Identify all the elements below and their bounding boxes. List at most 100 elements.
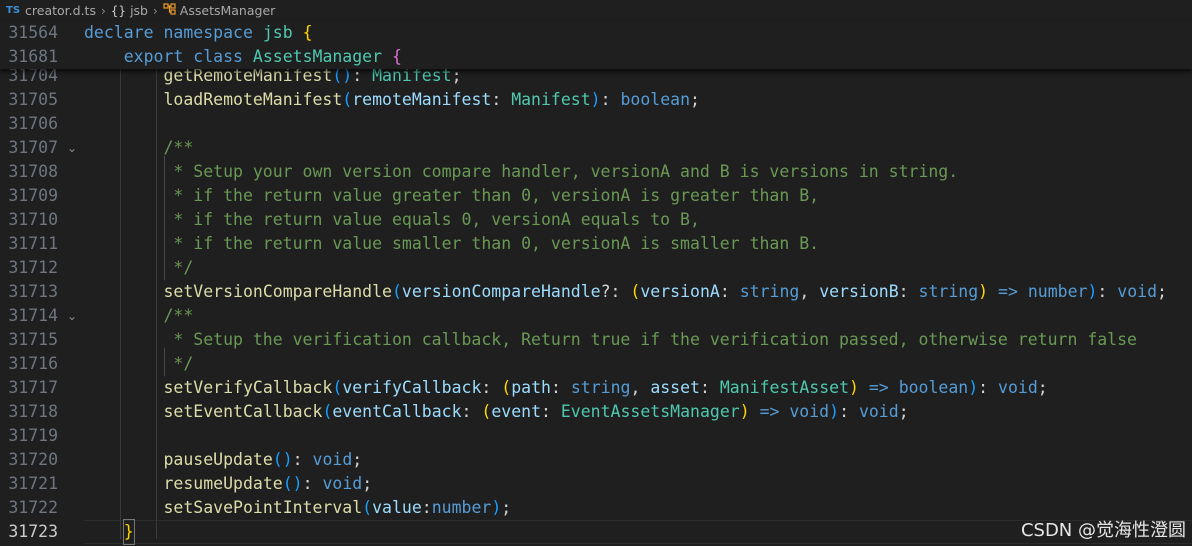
code-line[interactable]: 31717 setVerifyCallback(verifyCallback: …: [0, 376, 1192, 400]
code-line[interactable]: 31706: [0, 112, 1192, 136]
code-line[interactable]: 31715 * Setup the verification callback,…: [0, 328, 1192, 352]
code-text[interactable]: loadRemoteManifest(remoteManifest: Manif…: [84, 88, 699, 112]
code-token: setEventCallback: [163, 402, 323, 421]
code-token: */: [173, 258, 194, 277]
code-token: (): [282, 474, 303, 493]
code-text[interactable]: setVersionCompareHandle(versionCompareHa…: [84, 280, 1166, 304]
code-token: =>: [998, 282, 1018, 301]
code-token: ;: [352, 450, 363, 469]
code-token: ;: [898, 402, 909, 421]
breadcrumb-file[interactable]: creator.d.ts: [25, 3, 96, 18]
breadcrumb-class[interactable]: AssetsManager: [180, 3, 275, 18]
code-token: ManifestAsset: [719, 378, 849, 397]
code-token: (: [362, 498, 373, 517]
code-text[interactable]: * if the return value smaller than 0, ve…: [84, 232, 819, 256]
code-editor[interactable]: TS creator.d.ts › {} jsb › AssetsManager…: [0, 0, 1192, 546]
code-line[interactable]: 31705 loadRemoteManifest(remoteManifest:…: [0, 88, 1192, 112]
indent-guide: [156, 69, 157, 539]
code-text[interactable]: /**: [84, 304, 193, 328]
code-token: :: [491, 90, 512, 109]
code-line[interactable]: 31710 * if the return value equals 0, ve…: [0, 208, 1192, 232]
line-number: 31718: [8, 402, 58, 421]
code-text[interactable]: * Setup the verification callback, Retur…: [84, 328, 1137, 352]
code-token: ): [1087, 282, 1098, 301]
code-token: event: [491, 402, 541, 421]
code-token: {: [391, 47, 402, 66]
code-text[interactable]: setVerifyCallback(verifyCallback: (path:…: [84, 376, 1047, 400]
code-token: */: [173, 354, 194, 373]
code-line[interactable]: 31711 * if the return value smaller than…: [0, 232, 1192, 256]
code-token: * if the return value greater than 0, ve…: [173, 186, 820, 205]
indent-guide: [120, 69, 121, 539]
code-line[interactable]: 31681 export class AssetsManager {: [0, 45, 1192, 69]
code-token: :: [481, 378, 502, 397]
code-token: (: [332, 378, 343, 397]
code-token: :: [898, 282, 919, 301]
indent-guide: [164, 156, 165, 280]
code-token: ?:: [600, 282, 631, 301]
sticky-scroll-header[interactable]: 31564 declare namespace jsb {31681 export…: [0, 21, 1192, 69]
code-text[interactable]: setSavePointInterval(value:number);: [84, 496, 511, 520]
code-text[interactable]: * if the return value greater than 0, ve…: [84, 184, 819, 208]
code-text[interactable]: */: [84, 256, 193, 280]
line-number: 31717: [8, 378, 58, 397]
code-token: versionCompareHandle: [401, 282, 601, 301]
code-token: void: [312, 450, 353, 469]
code-text[interactable]: pauseUpdate(): void;: [84, 448, 362, 472]
code-text[interactable]: resumeUpdate(): void;: [84, 472, 372, 496]
code-token: ,: [799, 282, 820, 301]
code-text[interactable]: * Setup your own version compare handler…: [84, 160, 958, 184]
code-token: :: [978, 378, 999, 397]
code-line[interactable]: 31718 setEventCallback(eventCallback: (e…: [0, 400, 1192, 424]
chevron-right-icon: ›: [152, 3, 158, 18]
code-line[interactable]: 31713 setVersionCompareHandle(versionCom…: [0, 280, 1192, 304]
code-line[interactable]: 31716 */: [0, 352, 1192, 376]
code-line[interactable]: 31720 pauseUpdate(): void;: [0, 448, 1192, 472]
code-token: :: [1097, 282, 1118, 301]
code-line[interactable]: 31723 }: [0, 519, 1192, 545]
code-text[interactable]: declare namespace jsb {: [84, 21, 313, 45]
code-text[interactable]: }: [84, 519, 135, 545]
code-token: * Setup the verification callback, Retur…: [173, 330, 1137, 349]
code-line[interactable]: 31709 * if the return value greater than…: [0, 184, 1192, 208]
code-line[interactable]: 31707 ⌄ /**: [0, 136, 1192, 160]
code-token: ): [491, 498, 502, 517]
watermark: CSDN @觉海性澄圆: [1020, 520, 1186, 541]
code-text[interactable]: export class AssetsManager {: [84, 45, 402, 69]
code-token: setVersionCompareHandle: [163, 282, 392, 301]
breadcrumb-namespace[interactable]: jsb: [130, 3, 148, 18]
code-token: ;: [501, 498, 512, 517]
typescript-file-icon: TS: [6, 5, 21, 16]
fold-chevron-icon[interactable]: ⌄: [66, 136, 78, 160]
code-token: setVerifyCallback: [163, 378, 333, 397]
indent-guide: [164, 348, 165, 376]
code-token: :: [699, 378, 720, 397]
code-token: ): [849, 378, 859, 397]
line-number: 31705: [8, 90, 58, 109]
code-line[interactable]: 31708 * Setup your own version compare h…: [0, 160, 1192, 184]
code-token: :: [719, 282, 740, 301]
code-line[interactable]: 31714 ⌄ /**: [0, 304, 1192, 328]
code-line[interactable]: 31722 setSavePointInterval(value:number)…: [0, 496, 1192, 520]
code-line[interactable]: 31712 */: [0, 256, 1192, 280]
code-token: boolean: [898, 378, 969, 397]
code-line[interactable]: 31564 declare namespace jsb {: [0, 21, 1192, 45]
fold-chevron-icon[interactable]: ⌄: [66, 304, 78, 328]
code-token: value: [372, 498, 422, 517]
line-number: 31720: [8, 450, 58, 469]
code-line[interactable]: 31721 resumeUpdate(): void;: [0, 472, 1192, 496]
code-token: EventAssetsManager: [560, 402, 740, 421]
code-text[interactable]: * if the return value equals 0, versionA…: [84, 208, 700, 232]
code-token: resumeUpdate: [163, 474, 283, 493]
code-text[interactable]: setEventCallback(eventCallback: (event: …: [84, 400, 909, 424]
code-text[interactable]: */: [84, 352, 193, 376]
code-text[interactable]: /**: [84, 136, 193, 160]
code-line[interactable]: 31719: [0, 424, 1192, 448]
